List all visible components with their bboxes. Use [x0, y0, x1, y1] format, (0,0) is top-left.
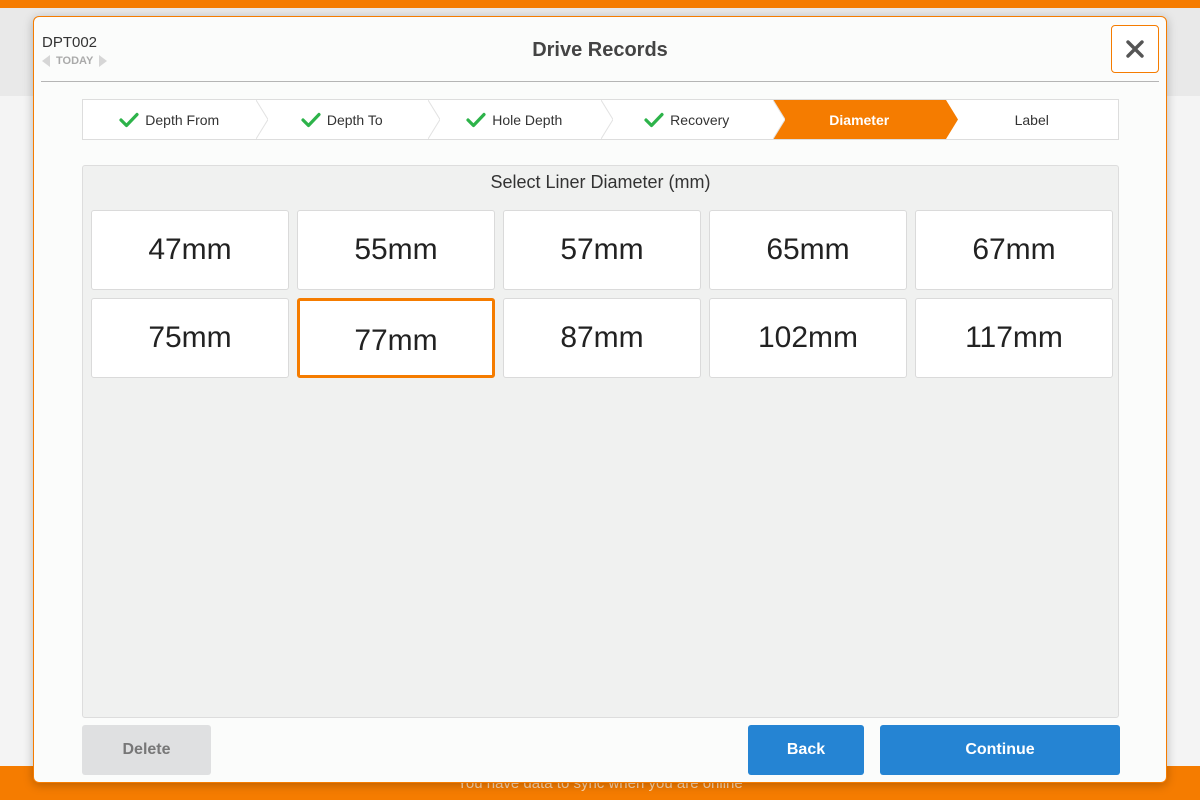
step-chevron: [428, 100, 440, 139]
check-icon: [466, 112, 486, 127]
diameter-option-65mm[interactable]: 65mm: [709, 210, 907, 290]
step-label: Depth From: [145, 111, 220, 128]
panel-title: Select Liner Diameter (mm): [490, 172, 711, 192]
header-divider: [41, 81, 1159, 82]
delete-button[interactable]: Delete: [82, 725, 211, 775]
back-button[interactable]: Back: [748, 725, 864, 775]
step-recovery[interactable]: Recovery: [601, 100, 785, 139]
step-label-entry[interactable]: Label: [946, 100, 1119, 139]
step-hole-depth[interactable]: Hole Depth: [428, 100, 613, 139]
close-icon: [1126, 40, 1144, 58]
step-depth-to[interactable]: Depth To: [256, 100, 440, 139]
step-chevron: [600, 100, 613, 139]
diameter-option-75mm[interactable]: 75mm: [91, 298, 289, 378]
close-button[interactable]: [1111, 25, 1159, 73]
dialog-title: Drive Records: [532, 39, 668, 61]
check-icon: [301, 112, 321, 127]
check-icon: [119, 112, 139, 127]
step-chevron: [945, 100, 958, 139]
step-depth-from[interactable]: Depth From: [83, 100, 268, 139]
diameter-option-117mm[interactable]: 117mm: [915, 298, 1113, 378]
step-progress: Depth From Depth To Hole Depth Recovery …: [82, 99, 1119, 140]
step-chevron: [773, 100, 785, 139]
diameter-option-55mm[interactable]: 55mm: [297, 210, 495, 290]
diameter-option-87mm[interactable]: 87mm: [503, 298, 701, 378]
step-label: Depth To: [326, 111, 383, 128]
step-label: Hole Depth: [492, 111, 563, 128]
check-icon: [644, 112, 664, 127]
step-diameter[interactable]: Diameter: [773, 100, 958, 139]
diameter-option-47mm[interactable]: 47mm: [91, 210, 289, 290]
diameter-option-77mm[interactable]: 77mm: [297, 298, 495, 378]
diameter-option-57mm[interactable]: 57mm: [503, 210, 701, 290]
step-label: Recovery: [670, 111, 730, 128]
step-label: Diameter: [829, 111, 890, 128]
diameter-options-grid: 47mm 55mm 57mm 65mm 67mm 75mm 77mm 87mm …: [91, 210, 1113, 378]
drive-records-dialog: DPT002 TODAY Drive Records Depth From De…: [33, 16, 1167, 783]
continue-button[interactable]: Continue: [880, 725, 1120, 775]
diameter-option-102mm[interactable]: 102mm: [709, 298, 907, 378]
diameter-option-67mm[interactable]: 67mm: [915, 210, 1113, 290]
step-chevron: [255, 100, 268, 139]
top-accent-bar: [0, 0, 1200, 8]
diameter-selection-panel: Select Liner Diameter (mm) 47mm 55mm 57m…: [82, 165, 1119, 718]
step-label: Label: [1014, 111, 1049, 128]
